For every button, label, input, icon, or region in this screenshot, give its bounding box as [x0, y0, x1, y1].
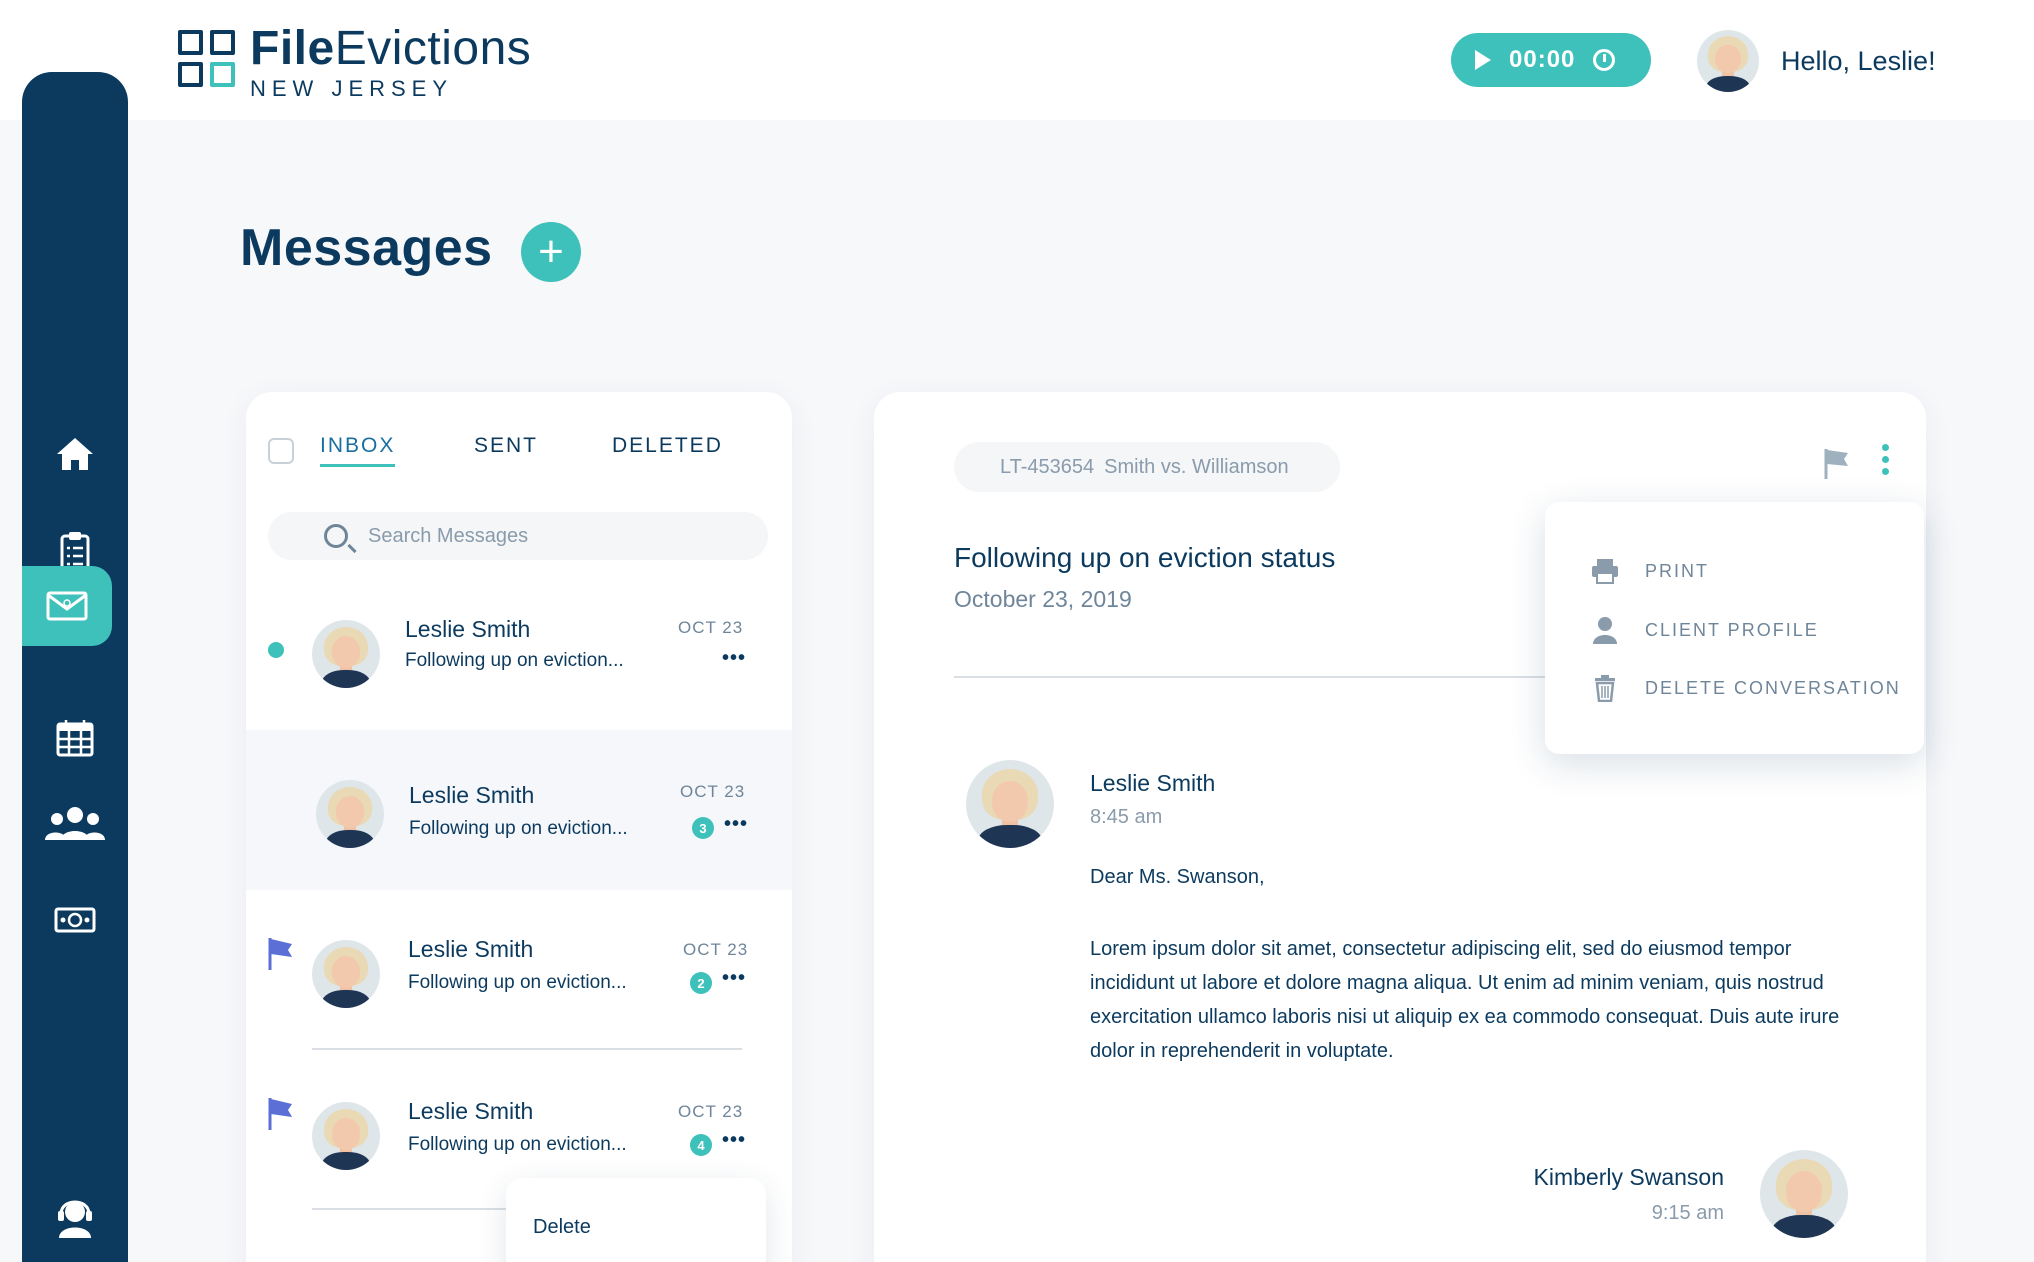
case-tag[interactable]: LT-453654 Smith vs. Williamson	[954, 442, 1340, 492]
sidebar-item-messages[interactable]	[22, 566, 112, 646]
greeting-text: Hello, Leslie!	[1781, 45, 1936, 76]
top-bar: FileEvictions NEW JERSEY 00:00 Hello, Le…	[0, 0, 2034, 120]
page-title: Messages	[240, 219, 493, 277]
sidebar-item-calendar[interactable]	[22, 698, 128, 778]
message-date: OCT 23	[680, 782, 746, 801]
reply-avatar	[1760, 1150, 1848, 1238]
delete-menu-item[interactable]: Delete	[533, 1216, 591, 1239]
unread-count-badge: 4	[690, 1134, 712, 1156]
message-list-panel: INBOX SENT DELETED Leslie Smith Followin…	[246, 392, 792, 1262]
message-sender: Leslie Smith	[405, 616, 531, 642]
search-icon	[324, 524, 348, 548]
sender-time: 8:45 am	[1090, 806, 1163, 828]
avatar	[312, 940, 380, 1008]
message-preview: Following up on eviction...	[405, 650, 624, 671]
tab-sent[interactable]: SENT	[474, 434, 538, 458]
logo-mark-icon	[178, 30, 238, 92]
mail-icon	[46, 591, 88, 621]
flag-icon[interactable]	[266, 1096, 296, 1132]
sidebar-item-clients[interactable]	[22, 784, 128, 864]
message-sender: Leslie Smith	[408, 936, 534, 962]
divider	[954, 676, 1594, 678]
select-all-checkbox[interactable]	[268, 438, 294, 464]
menu-item-print[interactable]: PRINT	[1591, 558, 1709, 584]
message-sender: Leslie Smith	[409, 782, 535, 808]
printer-icon	[1592, 559, 1618, 584]
avatar	[312, 620, 380, 688]
message-row[interactable]: Leslie Smith Following up on eviction...…	[246, 890, 792, 1050]
unread-count-badge: 2	[690, 972, 712, 994]
menu-item-client-profile[interactable]: CLIENT PROFILE	[1591, 616, 1819, 644]
sidebar-item-support[interactable]	[22, 1176, 128, 1256]
stopwatch-icon	[1593, 49, 1616, 71]
message-sender: Leslie Smith	[408, 1098, 534, 1124]
unread-count-badge: 3	[692, 817, 714, 839]
conversation-menu: PRINT CLIENT PROFILE DELETE CONVERSATION	[1545, 502, 1924, 754]
menu-item-delete-conversation[interactable]: DELETE CONVERSATION	[1591, 674, 1901, 702]
message-date: OCT 23	[678, 618, 744, 637]
play-icon	[1475, 50, 1491, 70]
flag-icon[interactable]	[1822, 447, 1852, 481]
message-row[interactable]: Leslie Smith Following up on eviction...…	[246, 730, 792, 890]
new-message-button[interactable]: +	[521, 222, 581, 282]
tab-inbox[interactable]: INBOX	[320, 434, 396, 467]
home-icon	[57, 438, 93, 470]
reply-time: 9:15 am	[1651, 1202, 1724, 1224]
message-subject: Following up on eviction status	[954, 542, 1336, 573]
message-preview: Following up on eviction...	[408, 972, 627, 993]
brand-subtitle: NEW JERSEY	[250, 76, 454, 101]
logo[interactable]: FileEvictions NEW JERSEY	[178, 24, 531, 102]
timer-button[interactable]: 00:00	[1451, 33, 1651, 87]
sidebar-item-home[interactable]	[22, 414, 128, 494]
message-context-menu: Delete	[506, 1178, 766, 1262]
sender-name: Leslie Smith	[1090, 770, 1216, 796]
divider	[312, 1048, 742, 1050]
message-date: October 23, 2019	[954, 586, 1132, 612]
calendar-icon	[56, 720, 94, 757]
unread-indicator	[268, 642, 284, 658]
more-options-icon[interactable]: •••	[724, 814, 748, 834]
users-icon	[45, 807, 105, 840]
more-options-icon[interactable]: •••	[722, 648, 746, 668]
message-preview: Following up on eviction...	[408, 1134, 627, 1155]
message-greeting: Dear Ms. Swanson,	[1090, 866, 1265, 888]
more-options-icon[interactable]: •••	[722, 968, 746, 988]
money-icon	[54, 907, 96, 933]
message-date: OCT 23	[683, 940, 749, 959]
message-date: OCT 23	[678, 1102, 744, 1121]
person-icon	[1593, 617, 1617, 644]
sidebar-item-billing[interactable]	[22, 880, 128, 960]
message-row[interactable]: Leslie Smith Following up on eviction...…	[246, 570, 792, 730]
reply-sender-name: Kimberly Swanson	[1533, 1164, 1724, 1190]
timer-value: 00:00	[1509, 46, 1576, 73]
search-bar	[268, 512, 768, 560]
sidebar	[22, 72, 128, 1262]
message-tabs: INBOX SENT DELETED	[246, 434, 792, 474]
brand-name: FileEvictions	[250, 22, 532, 75]
message-preview: Following up on eviction...	[409, 818, 628, 839]
sender-avatar	[966, 760, 1054, 848]
kebab-menu-icon[interactable]	[1882, 444, 1890, 478]
case-title: Smith vs. Williamson	[1104, 455, 1289, 478]
search-input[interactable]	[368, 524, 748, 548]
support-icon	[58, 1200, 92, 1238]
trash-icon	[1595, 675, 1615, 702]
avatar	[1697, 30, 1759, 92]
more-options-icon[interactable]: •••	[722, 1130, 746, 1150]
message-body: Lorem ipsum dolor sit amet, consectetur …	[1090, 938, 1840, 1062]
case-number: LT-453654	[1000, 455, 1095, 478]
flag-icon[interactable]	[266, 936, 296, 972]
avatar	[312, 1102, 380, 1170]
user-menu[interactable]: Hello, Leslie!	[1697, 30, 1936, 92]
tab-deleted[interactable]: DELETED	[612, 434, 723, 458]
avatar	[316, 780, 384, 848]
